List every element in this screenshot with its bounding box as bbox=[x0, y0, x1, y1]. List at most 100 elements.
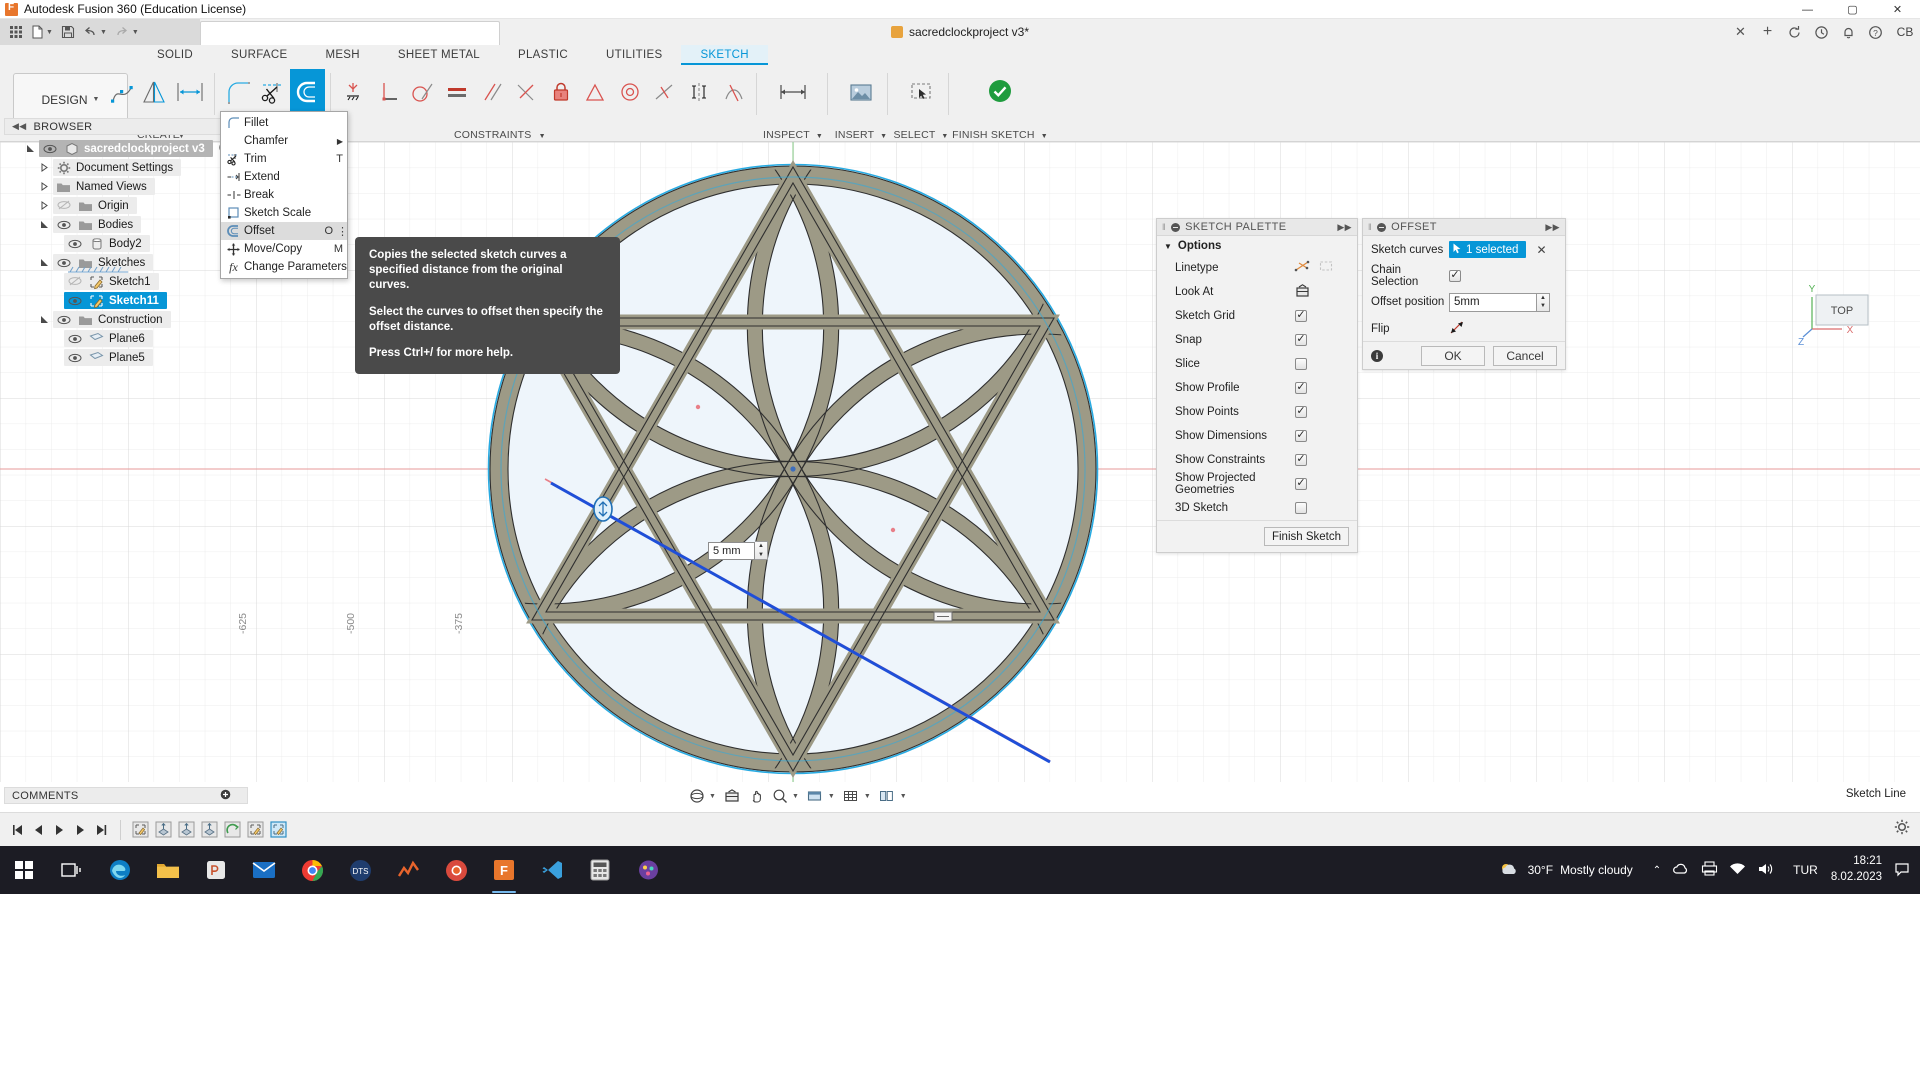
store-icon[interactable] bbox=[192, 846, 240, 894]
refresh-icon[interactable] bbox=[1786, 24, 1803, 41]
info-icon[interactable]: i bbox=[1371, 350, 1383, 362]
zoom-caret-icon[interactable]: ▼ bbox=[792, 793, 799, 800]
ribbon-group-label-insert[interactable]: INSERT ▼ bbox=[832, 129, 890, 141]
visibility-hidden-eye-icon[interactable] bbox=[64, 276, 86, 287]
finish-sketch-check-icon[interactable] bbox=[977, 69, 1023, 115]
dimension-spinner-down[interactable]: ▼ bbox=[755, 551, 767, 560]
menu-item-extend[interactable]: Extend bbox=[221, 168, 347, 186]
orbit-caret-icon[interactable]: ▼ bbox=[709, 793, 716, 800]
new-file-caret[interactable]: ▼ bbox=[46, 29, 53, 36]
pan-icon[interactable] bbox=[745, 786, 767, 806]
rectangular-pattern-icon[interactable] bbox=[169, 69, 211, 115]
notification-icon[interactable] bbox=[1894, 861, 1916, 880]
analytics-icon[interactable] bbox=[384, 846, 432, 894]
show-constraints-checkbox[interactable] bbox=[1295, 454, 1307, 466]
sketch-palette-row-show-profile[interactable]: Show Profile bbox=[1157, 376, 1357, 400]
dimension-spinner-up[interactable]: ▲ bbox=[755, 542, 767, 551]
sketch-curves-selection-button[interactable]: 1 selected bbox=[1449, 241, 1526, 258]
printer-icon[interactable] bbox=[1701, 861, 1718, 879]
expand-right-icon[interactable]: ▶▶ bbox=[1337, 222, 1352, 233]
tree-item-document-settings[interactable]: Document Settings bbox=[4, 158, 248, 177]
timeline-feature-extrude-1[interactable] bbox=[153, 819, 174, 841]
new-file-icon[interactable]: ▼ bbox=[28, 21, 56, 43]
ribbon-group-label-finish-sketch[interactable]: FINISH SKETCH ▼ bbox=[952, 129, 1048, 141]
skip-end-icon[interactable] bbox=[92, 819, 111, 841]
fix-unfix-icon[interactable] bbox=[336, 69, 371, 115]
grid-snaps-icon[interactable]: ▼ bbox=[840, 786, 874, 806]
fillet-tool-icon[interactable] bbox=[220, 69, 255, 115]
timeline-feature-sketch-2[interactable] bbox=[245, 819, 266, 841]
timeline-feature-extrude-3[interactable] bbox=[199, 819, 220, 841]
volume-icon[interactable] bbox=[1757, 862, 1774, 879]
menu-item-trim[interactable]: Trim T bbox=[221, 150, 347, 168]
twisty-expanded-icon[interactable] bbox=[36, 220, 53, 229]
job-status-icon[interactable] bbox=[1813, 24, 1830, 41]
weather-widget[interactable]: 30°F Mostly cloudy bbox=[1489, 861, 1643, 880]
collinear-icon[interactable] bbox=[647, 69, 682, 115]
task-view-icon[interactable] bbox=[48, 846, 96, 894]
tab-sheet-metal[interactable]: SHEET METAL bbox=[379, 45, 499, 65]
linetype-normal-icon[interactable] bbox=[1295, 260, 1310, 276]
windows-start-icon[interactable] bbox=[0, 846, 48, 894]
language-indicator[interactable]: TUR bbox=[1784, 863, 1827, 877]
twisty-collapsed-icon[interactable] bbox=[36, 201, 53, 210]
timeline-feature-revolve[interactable] bbox=[222, 819, 243, 841]
onedrive-icon[interactable] bbox=[1672, 862, 1690, 878]
visibility-eye-icon[interactable] bbox=[64, 239, 86, 249]
tree-item-origin[interactable]: Origin bbox=[4, 196, 248, 215]
timeline-settings-gear-icon[interactable] bbox=[1894, 819, 1910, 838]
select-tool-icon[interactable] bbox=[898, 69, 944, 115]
zoom-icon[interactable]: ▼ bbox=[769, 786, 802, 806]
sketch-palette-row-slice[interactable]: Slice bbox=[1157, 352, 1357, 376]
mail-icon[interactable] bbox=[240, 846, 288, 894]
panel-grip-icon[interactable]: ‖ bbox=[1368, 222, 1372, 232]
tree-item-plane6[interactable]: Plane6 bbox=[4, 329, 248, 348]
show-profile-checkbox[interactable] bbox=[1295, 382, 1307, 394]
display-settings-icon[interactable]: ▼ bbox=[804, 786, 838, 806]
ok-button[interactable]: OK bbox=[1421, 346, 1485, 366]
chain-selection-checkbox[interactable] bbox=[1449, 270, 1461, 282]
grid-caret-icon[interactable]: ▼ bbox=[864, 793, 871, 800]
save-icon[interactable] bbox=[58, 21, 78, 43]
twisty-expanded-icon[interactable] bbox=[36, 315, 53, 324]
menu-item-chamfer[interactable]: Chamfer ▶ bbox=[221, 132, 347, 150]
tree-item-sacredclockproject[interactable]: sacredclockproject v3 bbox=[4, 139, 248, 158]
sketch-palette-row-sketch-grid[interactable]: Sketch Grid bbox=[1157, 304, 1357, 328]
redo-caret[interactable]: ▼ bbox=[132, 29, 139, 36]
offset-row-chain-selection[interactable]: Chain Selection bbox=[1363, 263, 1565, 288]
close-button[interactable]: ✕ bbox=[1875, 0, 1920, 19]
tab-surface[interactable]: SURFACE bbox=[212, 45, 306, 65]
twisty-expanded-icon[interactable] bbox=[22, 144, 39, 153]
viewports-icon[interactable]: ▼ bbox=[876, 786, 910, 806]
concentric-icon[interactable] bbox=[613, 69, 648, 115]
maximize-button[interactable]: ▢ bbox=[1830, 0, 1875, 19]
ribbon-group-label-inspect[interactable]: INSPECT ▼ bbox=[762, 129, 824, 141]
paint3d-icon[interactable] bbox=[624, 846, 672, 894]
flip-icon[interactable] bbox=[1449, 320, 1465, 338]
step-back-icon[interactable] bbox=[29, 819, 48, 841]
visibility-hidden-eye-icon[interactable] bbox=[53, 200, 75, 211]
measure-icon[interactable] bbox=[770, 69, 816, 115]
viewports-caret-icon[interactable]: ▼ bbox=[900, 793, 907, 800]
clear-selection-icon[interactable]: ✕ bbox=[1536, 243, 1546, 257]
lock-constraint-icon[interactable] bbox=[543, 69, 578, 115]
visibility-eye-icon[interactable] bbox=[53, 315, 75, 325]
tab-solid[interactable]: SOLID bbox=[138, 45, 212, 65]
app-grid-icon[interactable] bbox=[6, 21, 26, 43]
spline-tool-icon[interactable] bbox=[106, 69, 138, 115]
menu-item-move-copy[interactable]: Move/Copy M bbox=[221, 240, 347, 258]
menu-overflow-icon[interactable]: ⋮ bbox=[337, 225, 347, 238]
orbit-icon[interactable]: ▼ bbox=[686, 786, 719, 806]
display-caret-icon[interactable]: ▼ bbox=[828, 793, 835, 800]
menu-item-change-parameters[interactable]: fx Change Parameters bbox=[221, 258, 347, 276]
minimize-button[interactable]: — bbox=[1785, 0, 1830, 19]
offset-spinner-up[interactable]: ▲ bbox=[1537, 294, 1549, 303]
dimension-spinner[interactable]: ▲ ▼ bbox=[755, 541, 768, 560]
ribbon-group-label-select[interactable]: SELECT ▼ bbox=[892, 129, 950, 141]
show-dimensions-checkbox[interactable] bbox=[1295, 430, 1307, 442]
tab-close-icon[interactable]: ✕ bbox=[1732, 24, 1749, 41]
offset-spinner-down[interactable]: ▼ bbox=[1537, 302, 1549, 311]
dts-icon[interactable]: DTS bbox=[336, 846, 384, 894]
midpoint-icon[interactable] bbox=[578, 69, 613, 115]
sketch-palette-row-snap[interactable]: Snap bbox=[1157, 328, 1357, 352]
